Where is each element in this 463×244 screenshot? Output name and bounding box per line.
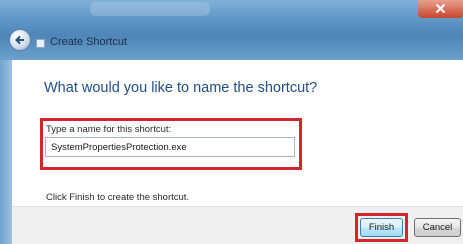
title-bar-glass — [90, 2, 210, 16]
close-icon — [435, 3, 446, 14]
window-frame-left — [0, 60, 12, 244]
back-arrow-icon — [15, 35, 24, 45]
cancel-button[interactable]: Cancel — [414, 218, 461, 237]
create-shortcut-window: Create Shortcut What would you like to n… — [0, 0, 463, 244]
page-heading: What would you like to name the shortcut… — [44, 80, 318, 96]
back-button[interactable] — [9, 29, 31, 51]
shortcut-name-input[interactable] — [45, 137, 295, 157]
window-title: Create Shortcut — [50, 36, 128, 48]
title-bar[interactable]: Create Shortcut — [0, 0, 463, 60]
name-field-label: Type a name for this shortcut: — [46, 124, 172, 135]
shortcut-icon — [36, 39, 45, 48]
finish-button[interactable]: Finish — [360, 218, 403, 237]
finish-hint: Click Finish to create the shortcut. — [46, 192, 190, 203]
close-button[interactable] — [418, 0, 463, 18]
